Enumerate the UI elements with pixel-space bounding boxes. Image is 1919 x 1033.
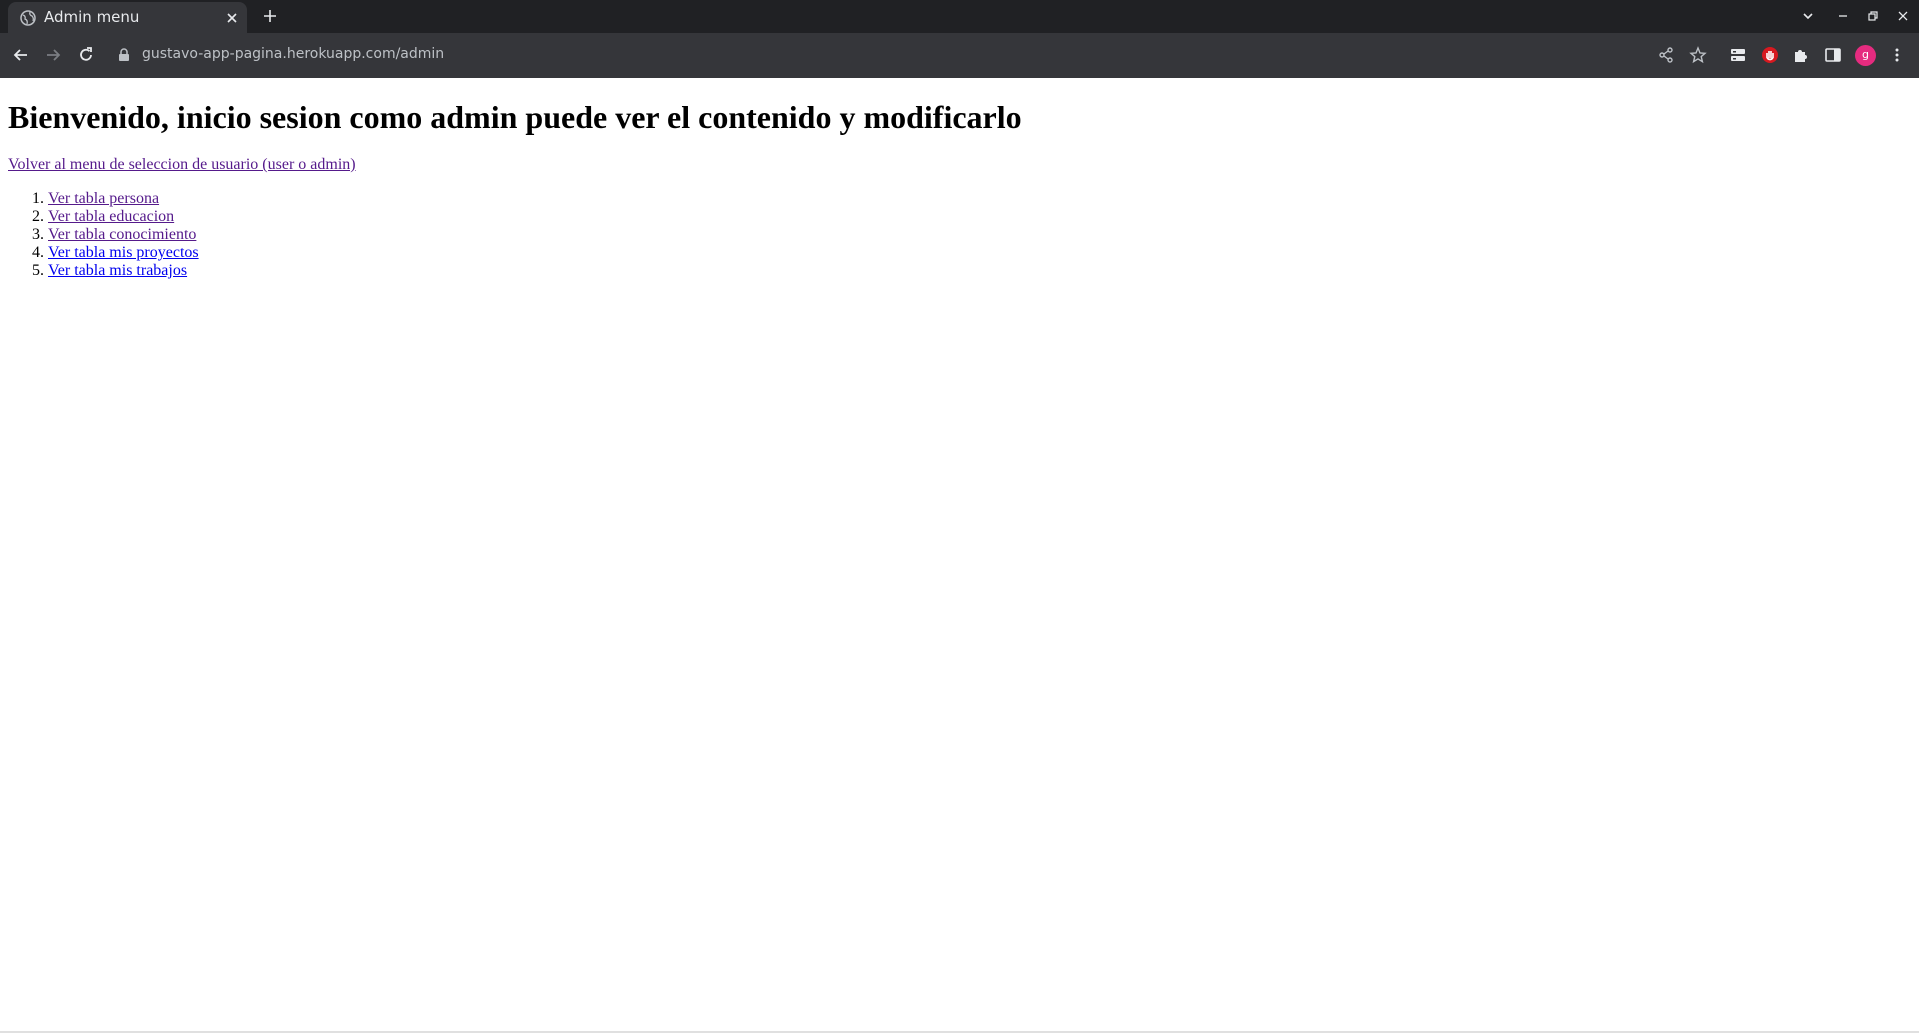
list-item: Ver tabla educacion bbox=[48, 208, 1911, 226]
tab-manager-icon[interactable] bbox=[1729, 46, 1747, 64]
more-menu-icon[interactable] bbox=[1888, 46, 1906, 64]
tab-title: Admin menu bbox=[44, 8, 140, 26]
close-window-icon[interactable] bbox=[1896, 9, 1910, 23]
list-item: Ver tabla persona bbox=[48, 190, 1911, 208]
page-viewport: Bienvenido, inicio sesion como admin pue… bbox=[0, 78, 1919, 1033]
extension-hand-icon[interactable] bbox=[1761, 46, 1779, 64]
close-icon[interactable] bbox=[225, 11, 239, 25]
list-item: Ver tabla conocimiento bbox=[48, 226, 1911, 244]
list-item: Ver tabla mis proyectos bbox=[48, 244, 1911, 262]
browser-window: Admin menu gustavo-app-pagina.herokuapp.… bbox=[0, 0, 1919, 1033]
share-icon[interactable] bbox=[1657, 46, 1675, 64]
minimize-icon[interactable] bbox=[1836, 9, 1850, 23]
chevron-down-icon[interactable] bbox=[1801, 9, 1815, 23]
link-tabla-persona[interactable]: Ver tabla persona bbox=[48, 190, 159, 207]
toolbar: gustavo-app-pagina.herokuapp.com/admin g bbox=[0, 33, 1919, 78]
back-to-user-selection-link[interactable]: Volver al menu de seleccion de usuario (… bbox=[8, 156, 1911, 174]
back-arrow-icon[interactable] bbox=[12, 46, 30, 64]
reload-icon[interactable] bbox=[77, 46, 95, 64]
new-tab-icon[interactable] bbox=[262, 8, 278, 24]
link-tabla-educacion[interactable]: Ver tabla educacion bbox=[48, 208, 174, 225]
forward-arrow-icon[interactable] bbox=[44, 46, 62, 64]
tab-admin-menu[interactable]: Admin menu bbox=[8, 2, 247, 33]
puzzle-icon[interactable] bbox=[1792, 46, 1810, 64]
list-item: Ver tabla mis trabajos bbox=[48, 262, 1911, 280]
page-content: Bienvenido, inicio sesion como admin pue… bbox=[0, 99, 1919, 280]
side-panel-icon[interactable] bbox=[1824, 46, 1842, 64]
profile-avatar[interactable]: g bbox=[1855, 45, 1876, 66]
lock-icon[interactable] bbox=[118, 48, 130, 62]
link-tabla-conocimiento[interactable]: Ver tabla conocimiento bbox=[48, 226, 196, 243]
restore-icon[interactable] bbox=[1866, 9, 1880, 23]
link-tabla-mis-proyectos[interactable]: Ver tabla mis proyectos bbox=[48, 244, 199, 261]
globe-icon bbox=[20, 10, 36, 26]
star-icon[interactable] bbox=[1689, 46, 1707, 64]
link-tabla-mis-trabajos[interactable]: Ver tabla mis trabajos bbox=[48, 262, 187, 279]
tab-strip: Admin menu bbox=[0, 0, 1919, 33]
page-title: Bienvenido, inicio sesion como admin pue… bbox=[8, 99, 1022, 135]
url-text: gustavo-app-pagina.herokuapp.com/admin bbox=[142, 46, 445, 62]
admin-menu-list: Ver tabla persona Ver tabla educacion Ve… bbox=[8, 190, 1911, 280]
address-bar[interactable]: gustavo-app-pagina.herokuapp.com/admin bbox=[108, 39, 1668, 71]
